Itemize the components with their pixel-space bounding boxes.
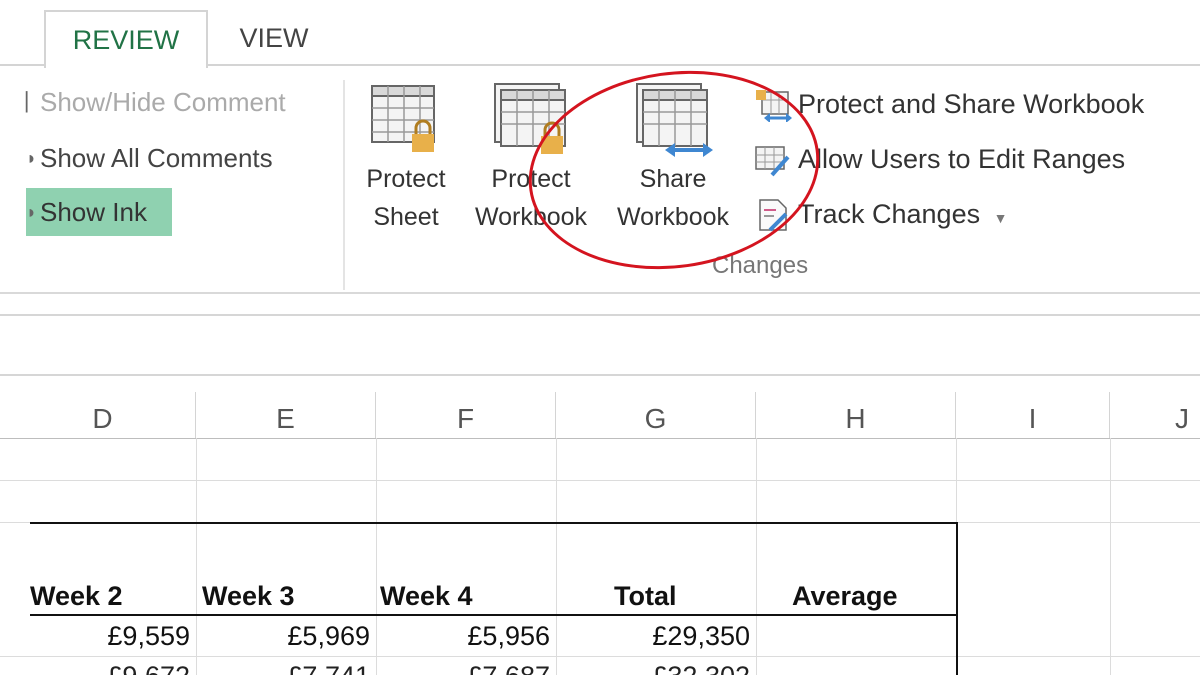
table-right-border: [956, 522, 958, 675]
formula-bar-top-border: [0, 314, 1200, 316]
comment-toggle-icon: ▏: [26, 92, 40, 112]
protect-sheet-button[interactable]: Protect Sheet: [358, 82, 454, 236]
gridline: [556, 438, 557, 675]
cell-week3-value[interactable]: £5,969: [210, 616, 370, 656]
tab-view[interactable]: VIEW: [212, 10, 336, 66]
column-header-j[interactable]: J: [1110, 392, 1200, 438]
column-header-d[interactable]: D: [10, 392, 196, 438]
show-hide-comment-button[interactable]: ▏ Show/Hide Comment: [26, 78, 300, 126]
show-ink-button[interactable]: ◗ Show Ink: [26, 188, 172, 236]
column-header-h[interactable]: H: [756, 392, 956, 438]
ribbon: ▏ Show/Hide Comment ◗ Show All Comments …: [0, 66, 1200, 296]
cell-week2-value[interactable]: £9,672: [40, 656, 190, 675]
tab-review[interactable]: REVIEW: [44, 10, 208, 68]
ribbon-bottom-border: [0, 292, 1200, 294]
protect-workbook-line1: Protect: [491, 165, 571, 193]
gridline: [1110, 438, 1111, 675]
gridline: [756, 438, 757, 675]
share-workbook-button[interactable]: Share Workbook: [606, 82, 740, 236]
cell-header-week2[interactable]: Week 2: [30, 576, 123, 616]
protect-sheet-icon: [366, 82, 446, 160]
gridline: [0, 480, 1200, 481]
cell-header-week4[interactable]: Week 4: [380, 576, 473, 616]
protect-and-share-workbook-button[interactable]: Protect and Share Workbook: [752, 82, 1144, 137]
comments-group: ▏ Show/Hide Comment ◗ Show All Comments …: [0, 66, 345, 292]
ink-icon: ◗: [26, 202, 37, 222]
protect-workbook-line2: Workbook: [474, 203, 588, 231]
gridline: [376, 438, 377, 675]
protect-sheet-line2: Sheet: [373, 203, 439, 231]
share-workbook-icon: [633, 82, 713, 160]
track-changes-dropdown[interactable]: Track Changes ▼: [752, 192, 1144, 247]
protect-sheet-line1: Protect: [366, 165, 446, 193]
column-header-g[interactable]: G: [556, 392, 756, 438]
track-changes-label: Track Changes: [798, 199, 981, 229]
cell-header-average[interactable]: Average: [792, 576, 898, 616]
show-ink-label: Show Ink: [40, 197, 147, 227]
chevron-down-icon: ▼: [993, 210, 1008, 226]
formula-bar-bottom-border: [0, 374, 1200, 376]
show-all-comments-button[interactable]: ◗ Show All Comments: [26, 134, 287, 182]
protect-share-icon: [754, 88, 792, 123]
changes-group-label: Changes: [712, 252, 809, 279]
comments-icon: ◗: [26, 148, 37, 168]
column-header-f[interactable]: F: [376, 392, 556, 438]
cell-header-total[interactable]: Total: [614, 576, 677, 616]
protect-workbook-icon: [491, 82, 571, 160]
protect-and-share-label: Protect and Share Workbook: [798, 89, 1145, 119]
cell-week2-value[interactable]: £9,559: [40, 616, 190, 656]
column-header-i[interactable]: I: [956, 392, 1110, 438]
changes-small-buttons: Protect and Share Workbook Allow Users t…: [752, 82, 1144, 247]
worksheet-grid[interactable]: D E F G H I J Week 2 Week 3 Week 4 Total…: [0, 392, 1200, 675]
column-header-border: [0, 438, 1200, 439]
allow-users-edit-label: Allow Users to Edit Ranges: [798, 144, 1126, 174]
share-workbook-line1: Share: [639, 165, 707, 193]
cell-week4-value[interactable]: £7,687: [390, 656, 550, 675]
share-workbook-line2: Workbook: [616, 203, 730, 231]
column-header-e[interactable]: E: [196, 392, 376, 438]
gridline: [196, 438, 197, 675]
show-hide-comment-label: Show/Hide Comment: [40, 87, 286, 117]
track-changes-icon: [754, 198, 792, 232]
protect-workbook-button[interactable]: Protect Workbook: [462, 82, 600, 236]
edit-ranges-icon: [754, 143, 792, 177]
cell-total-value[interactable]: £32,302: [570, 656, 750, 675]
cell-week3-value[interactable]: £7,741: [210, 656, 370, 675]
cell-header-week3[interactable]: Week 3: [202, 576, 295, 616]
group-separator: [343, 80, 345, 290]
allow-users-edit-ranges-button[interactable]: Allow Users to Edit Ranges: [752, 137, 1144, 192]
cell-total-value[interactable]: £29,350: [570, 616, 750, 656]
show-all-comments-label: Show All Comments: [40, 143, 273, 173]
ribbon-tab-bar: REVIEW VIEW: [0, 0, 1200, 68]
cell-week4-value[interactable]: £5,956: [390, 616, 550, 656]
table-top-border: [30, 522, 958, 524]
